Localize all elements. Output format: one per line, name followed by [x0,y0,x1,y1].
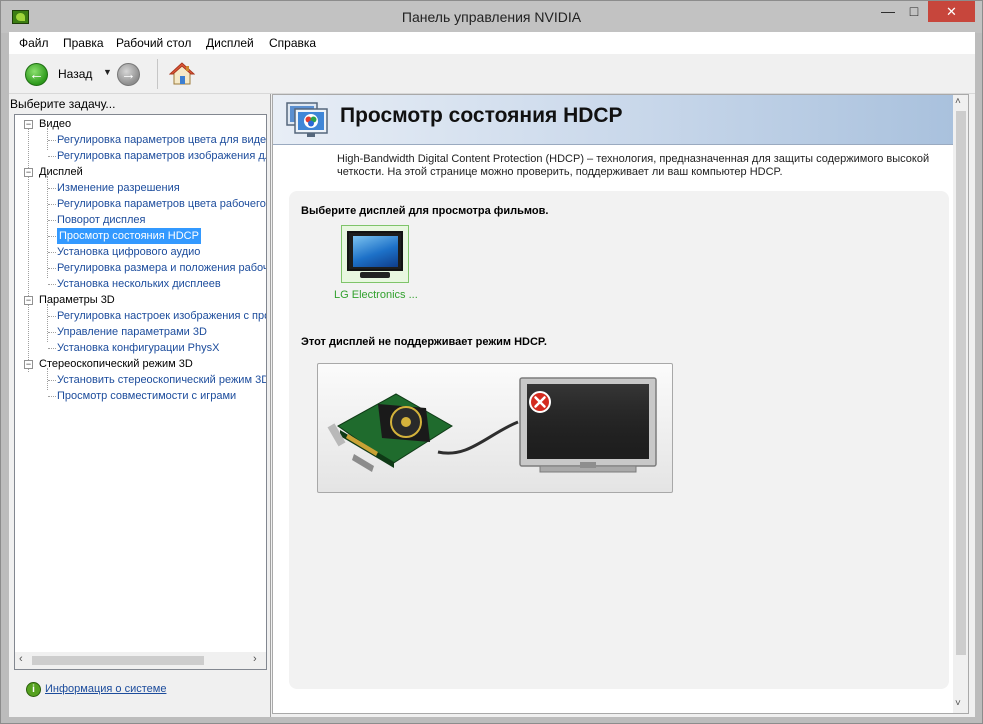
menu-bar: Файл Правка Рабочий стол Дисплей Справка [9,32,975,54]
scrollbar-thumb[interactable] [32,656,204,665]
arrow-left-icon: ← [29,66,44,83]
hdcp-panel: Выберите дисплей для просмотра фильмов. … [289,191,949,689]
tree-item-rotate-display[interactable]: Поворот дисплея [57,212,145,228]
back-button[interactable]: ← [25,63,48,86]
tree-item-multiple-displays[interactable]: Установка нескольких дисплеев [57,276,221,292]
tree-item-set-stereoscopic[interactable]: Установить стереоскопический режим 3D [57,372,266,388]
close-button[interactable]: ✕ [928,1,975,22]
back-label[interactable]: Назад [58,67,92,81]
expander-display[interactable]: − [24,168,33,177]
tree-item-image-settings-preview[interactable]: Регулировка настроек изображения с просм… [57,308,266,324]
menu-edit[interactable]: Правка [63,36,104,50]
monitor-screen [353,236,398,267]
toolbar: ← Назад ▼ → [9,54,975,94]
tree-line [48,396,56,397]
tree-item-manage-3d[interactable]: Управление параметрами 3D [57,324,207,340]
nvidia-control-panel-window: Панель управления NVIDIA — □ ✕ Файл Прав… [0,0,983,724]
tree-line [48,348,56,349]
tree-line [28,129,29,372]
tree-line [48,316,56,317]
back-history-dropdown[interactable]: ▼ [103,67,112,77]
error-x-icon [529,391,551,413]
display-settings-icon [286,102,328,137]
tree-line [48,204,56,205]
display-name[interactable]: LG Electronics ... [334,289,418,301]
tree-item-desktop-size[interactable]: Регулировка размера и положения рабочего… [57,260,266,276]
tree-line [48,252,56,253]
tree-line [48,140,56,141]
tree-item-hdcp-status[interactable]: Просмотр состояния HDCP [57,228,201,244]
forward-button[interactable]: → [117,63,140,86]
expander-stereoscopic-3d[interactable]: − [24,360,33,369]
scroll-right-icon[interactable]: › [253,653,257,665]
tree-item-desktop-color[interactable]: Регулировка параметров цвета рабочего ст… [57,196,266,212]
minimize-button[interactable]: — [875,3,901,24]
menu-display[interactable]: Дисплей [206,36,254,50]
hdcp-illustration [317,363,673,493]
system-info-link[interactable]: Информация о системе [45,683,166,695]
scrollbar-thumb[interactable] [956,111,966,655]
page-description: High-Bandwidth Digital Content Protectio… [337,153,930,178]
tree-horizontal-scrollbar[interactable]: ‹ › [15,652,266,669]
hdcp-status-label: Этот дисплей не поддерживает режим HDCP. [301,336,547,348]
expander-3d-settings[interactable]: − [24,296,33,305]
monitor-icon [347,231,403,271]
tree-line [48,236,56,237]
tree-category-video[interactable]: Видео [39,116,71,132]
tree-category-3d-settings[interactable]: Параметры 3D [39,292,115,308]
tree-line [48,284,56,285]
tree-category-stereoscopic-3d[interactable]: Стереоскопический режим 3D [39,356,193,372]
tree-line [48,188,56,189]
menu-file[interactable]: Файл [19,36,49,50]
graphics-card-to-tv-illustration [327,377,657,473]
tree-line [48,156,56,157]
tree-line [47,176,48,278]
info-icon: i [26,682,41,697]
toolbar-separator [157,59,158,89]
tree-category-display[interactable]: Дисплей [39,164,83,180]
page-banner: Просмотр состояния HDCP [273,95,953,145]
task-tree: − Видео Регулировка параметров цвета для… [14,114,267,670]
pane-splitter[interactable] [270,94,271,717]
menu-desktop[interactable]: Рабочий стол [116,36,191,50]
task-label: Выберите задачу... [10,97,116,111]
scroll-up-icon[interactable]: ˄ [955,96,961,107]
client-area: Файл Правка Рабочий стол Дисплей Справка… [9,32,975,717]
tree-line [48,332,56,333]
scroll-left-icon[interactable]: ‹ [19,653,23,665]
tree-item-change-resolution[interactable]: Изменение разрешения [57,180,180,196]
tree-line [48,380,56,381]
content-vertical-scrollbar[interactable]: ˄ ˅ [953,95,968,713]
monitor-stand [360,272,390,278]
tree-item-physx[interactable]: Установка конфигурации PhysX [57,340,219,356]
tree-item-digital-audio[interactable]: Установка цифрового аудио [57,244,200,260]
menu-help[interactable]: Справка [269,36,316,50]
tree-line [48,220,56,221]
arrow-right-icon: → [121,66,136,83]
scroll-down-icon[interactable]: ˅ [955,698,961,709]
tree-line [47,304,48,342]
tree-item-video-color[interactable]: Регулировка параметров цвета для видео [57,132,266,148]
window-title: Панель управления NVIDIA [401,9,582,25]
page-title: Просмотр состояния HDCP [340,104,623,127]
maximize-button[interactable]: □ [901,3,927,24]
home-button[interactable] [168,61,196,87]
display-tile[interactable] [341,225,409,283]
content-pane: Просмотр состояния HDCP ˄ ˅ High-Bandwid… [272,94,969,714]
graphics-card-image [327,393,453,472]
tree-line [48,268,56,269]
home-icon [168,62,196,85]
expander-video[interactable]: − [24,120,33,129]
tree-item-game-compatibility[interactable]: Просмотр совместимости с играми [57,388,236,404]
select-display-label: Выберите дисплей для просмотра фильмов. [301,205,549,217]
tree-item-video-image[interactable]: Регулировка параметров изображения для в… [57,148,266,164]
title-bar: Панель управления NVIDIA — □ ✕ [1,1,982,33]
